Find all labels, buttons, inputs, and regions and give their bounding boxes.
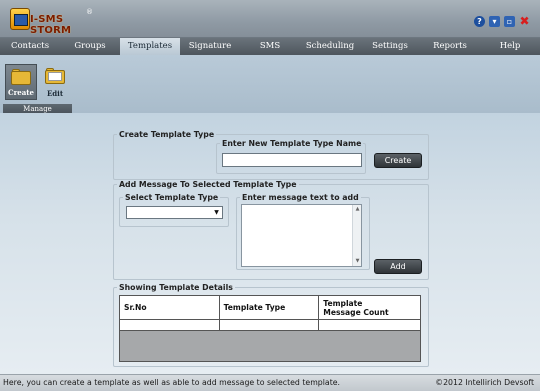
template-details-legend: Showing Template Details <box>119 283 233 292</box>
status-bar: Here, you can create a template as well … <box>0 374 540 391</box>
menu-scheduling[interactable]: Scheduling <box>300 38 360 55</box>
menu-contacts[interactable]: Contacts <box>0 38 60 55</box>
ribbon: Create Edit Manage <box>0 55 540 114</box>
menu-groups[interactable]: Groups <box>60 38 120 55</box>
manage-group: Create Edit Manage <box>3 58 72 114</box>
minimize-icon[interactable]: ▾ <box>489 16 500 27</box>
app-logo-icon <box>10 8 30 30</box>
add-message-legend: Add Message To Selected Template Type <box>119 180 297 189</box>
column-header-message-count[interactable]: Template Message Count <box>318 295 421 320</box>
column-header-srno[interactable]: Sr.No <box>119 295 220 320</box>
table-cell <box>218 319 320 331</box>
column-header-template-type[interactable]: Template Type <box>218 295 320 320</box>
create-button[interactable]: Create <box>5 64 37 100</box>
table-row[interactable] <box>119 319 421 331</box>
table-cell <box>119 319 220 331</box>
menu-signature[interactable]: Signature <box>180 38 240 55</box>
create-template-button[interactable]: Create <box>374 153 422 168</box>
edit-label: Edit <box>46 89 64 98</box>
copyright-text: ©2012 Intellirich Devsoft <box>435 378 534 387</box>
message-text-legend: Enter message text to add <box>242 193 359 202</box>
create-label: Create <box>8 88 34 97</box>
dropdown-arrow-icon: ▼ <box>214 209 219 216</box>
scroll-down-icon[interactable]: ▼ <box>353 257 362 266</box>
window-controls: ? ▾ ▫ ✖ <box>474 15 530 27</box>
message-text-area[interactable]: ▲ ▼ <box>241 204 362 267</box>
message-count-line1: Template <box>323 298 363 308</box>
registered-mark: ® <box>86 8 93 16</box>
help-icon[interactable]: ? <box>474 16 485 27</box>
add-message-button[interactable]: Add <box>374 259 422 274</box>
edit-button[interactable]: Edit <box>39 64 71 100</box>
message-scrollbar[interactable]: ▲ ▼ <box>352 205 361 266</box>
table-empty-area <box>119 331 421 362</box>
app-logo: I-SMS STORM ® <box>6 6 96 36</box>
restore-icon[interactable]: ▫ <box>504 16 515 27</box>
folder-edit-icon <box>45 68 65 84</box>
template-details-table: Sr.No Template Type Template Message Cou… <box>119 295 421 331</box>
app-logo-text: I-SMS STORM <box>30 14 72 36</box>
scroll-up-icon[interactable]: ▲ <box>353 205 362 214</box>
menu-reports[interactable]: Reports <box>420 38 480 55</box>
template-type-select[interactable]: ▼ <box>126 206 223 219</box>
menu-settings[interactable]: Settings <box>360 38 420 55</box>
status-message: Here, you can create a template as well … <box>3 378 341 387</box>
table-cell <box>318 319 421 331</box>
template-type-name-legend: Enter New Template Type Name <box>222 139 362 148</box>
close-icon[interactable]: ✖ <box>519 15 530 27</box>
menu-sms[interactable]: SMS <box>240 38 300 55</box>
menu-help[interactable]: Help <box>480 38 540 55</box>
create-template-type-legend: Create Template Type <box>119 130 215 139</box>
template-type-name-input[interactable] <box>222 153 362 167</box>
content-area: Create Template Type Enter New Template … <box>0 113 540 374</box>
main-menu: Contacts Groups Templates Signature SMS … <box>0 38 540 55</box>
message-count-line2: Message Count <box>323 307 389 317</box>
title-bar: I-SMS STORM ® ? ▾ ▫ ✖ <box>0 0 540 38</box>
menu-templates[interactable]: Templates <box>120 38 180 55</box>
folder-icon <box>11 69 31 85</box>
select-template-type-legend: Select Template Type <box>125 193 219 202</box>
